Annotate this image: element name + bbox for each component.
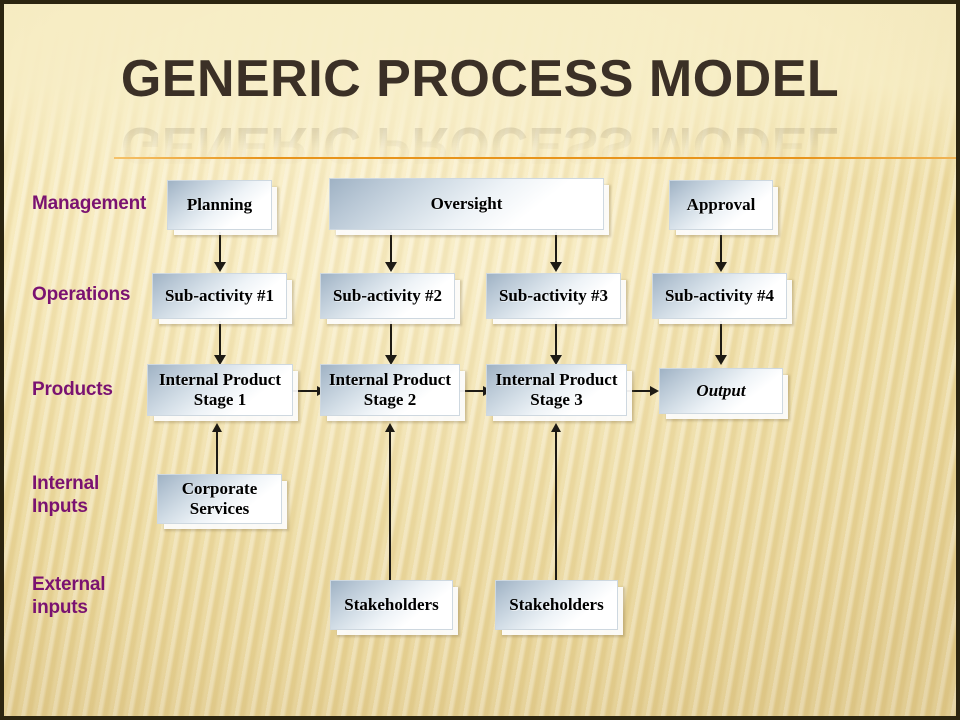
box-approval-label: Approval xyxy=(686,195,756,214)
box-corporate-services-label: Corporate Services xyxy=(181,479,258,518)
box-sub-activity-4-label: Sub-activity #4 xyxy=(664,286,775,305)
row-label-internal-inputs: Internal Inputs xyxy=(32,473,100,517)
title-divider-rule xyxy=(114,157,956,159)
connector-corporate-services-to-product1-line xyxy=(216,426,218,474)
box-sub-activity-4[interactable]: Sub-activity #4 xyxy=(652,273,787,319)
box-internal-product-stage-2-label: Internal Product Stage 2 xyxy=(329,370,451,409)
box-stakeholders-1-label: Stakeholders xyxy=(344,595,439,614)
row-label-products: Products xyxy=(32,379,113,400)
connector-oversight-to-sub3-arrow xyxy=(550,262,562,272)
connector-stakeholders1-to-product2-line xyxy=(389,426,391,580)
connector-product1-to-product2-line xyxy=(293,390,320,392)
box-oversight-label: Oversight xyxy=(430,194,503,213)
box-internal-product-stage-3[interactable]: Internal Product Stage 3 xyxy=(486,364,627,416)
slide-canvas: GENERIC PROCESS MODEL GENERIC PROCESS MO… xyxy=(0,0,960,720)
box-output[interactable]: Output xyxy=(659,368,783,414)
connector-product3-to-output-line xyxy=(627,390,652,392)
connector-sub4-to-output-arrow xyxy=(715,355,727,365)
page-title: GENERIC PROCESS MODEL xyxy=(120,50,840,108)
box-internal-product-stage-1[interactable]: Internal Product Stage 1 xyxy=(147,364,293,416)
connector-stakeholders2-to-product3-line xyxy=(555,426,557,580)
connector-planning-to-sub1-arrow xyxy=(214,262,226,272)
connector-oversight-to-sub2-arrow xyxy=(385,262,397,272)
box-sub-activity-1[interactable]: Sub-activity #1 xyxy=(152,273,287,319)
connector-stakeholders2-to-product3-arrow xyxy=(551,423,561,432)
box-sub-activity-1-label: Sub-activity #1 xyxy=(164,286,275,305)
row-label-external-inputs: External inputs xyxy=(32,574,106,618)
box-approval[interactable]: Approval xyxy=(669,180,773,230)
box-oversight[interactable]: Oversight xyxy=(329,178,604,230)
box-sub-activity-3-label: Sub-activity #3 xyxy=(498,286,609,305)
box-stakeholders-2-label: Stakeholders xyxy=(509,595,604,614)
connector-stakeholders1-to-product2-arrow xyxy=(385,423,395,432)
box-output-label: Output xyxy=(696,381,746,400)
title-block: GENERIC PROCESS MODEL GENERIC PROCESS MO… xyxy=(4,48,956,174)
box-sub-activity-3[interactable]: Sub-activity #3 xyxy=(486,273,621,319)
connector-product2-to-product3-line xyxy=(460,390,485,392)
box-planning-label: Planning xyxy=(186,195,253,214)
box-internal-product-stage-3-label: Internal Product Stage 3 xyxy=(495,370,618,409)
box-stakeholders-1[interactable]: Stakeholders xyxy=(330,580,453,630)
box-sub-activity-2-label: Sub-activity #2 xyxy=(332,286,443,305)
connector-product3-to-output-arrow xyxy=(650,386,659,396)
row-label-operations: Operations xyxy=(32,284,131,305)
row-label-management: Management xyxy=(32,193,147,214)
box-stakeholders-2[interactable]: Stakeholders xyxy=(495,580,618,630)
box-internal-product-stage-1-label: Internal Product Stage 1 xyxy=(159,370,281,409)
box-corporate-services[interactable]: Corporate Services xyxy=(157,474,282,524)
connector-corporate-services-to-product1-arrow xyxy=(212,423,222,432)
page-title-reflection: GENERIC PROCESS MODEL xyxy=(120,116,840,174)
box-sub-activity-2[interactable]: Sub-activity #2 xyxy=(320,273,455,319)
box-planning[interactable]: Planning xyxy=(167,180,272,230)
box-internal-product-stage-2[interactable]: Internal Product Stage 2 xyxy=(320,364,460,416)
connector-approval-to-sub4-arrow xyxy=(715,262,727,272)
